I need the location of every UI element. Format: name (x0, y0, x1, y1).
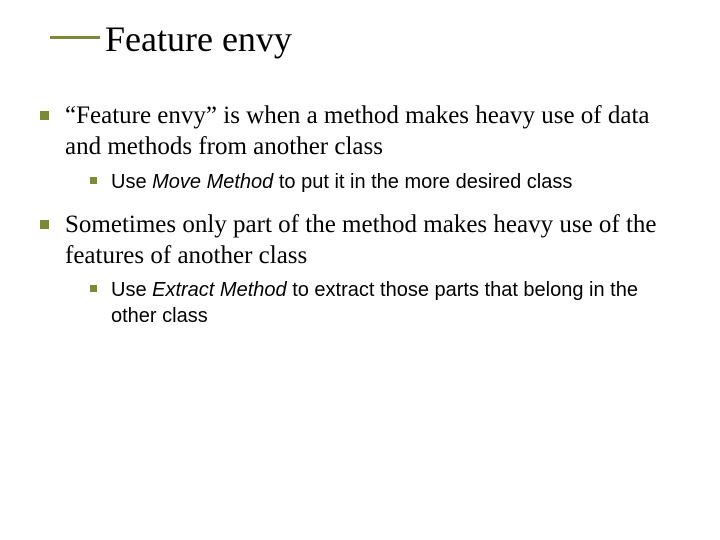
square-bullet-icon (40, 111, 49, 120)
text-plain: to put it in the more desired class (273, 171, 572, 193)
square-bullet-icon (90, 285, 97, 292)
text-italic: Move Method (152, 171, 273, 193)
bullet-level1: “Feature envy” is when a method makes he… (40, 100, 680, 163)
text-italic: Extract Method (152, 279, 287, 301)
text-plain: Use (111, 171, 152, 193)
bullet-text: Use Extract Method to extract those part… (111, 277, 680, 329)
bullet-level2: Use Extract Method to extract those part… (90, 277, 680, 329)
slide-title: Feature envy (105, 20, 680, 60)
slide-body: “Feature envy” is when a method makes he… (40, 100, 680, 343)
bullet-text: Use Move Method to put it in the more de… (111, 169, 572, 195)
square-bullet-icon (90, 177, 97, 184)
title-area: Feature envy (50, 20, 680, 60)
text-plain: Use (111, 279, 152, 301)
slide: Feature envy “Feature envy” is when a me… (0, 0, 720, 540)
bullet-level1: Sometimes only part of the method makes … (40, 209, 680, 272)
bullet-level2: Use Move Method to put it in the more de… (90, 169, 680, 195)
square-bullet-icon (40, 220, 49, 229)
bullet-text: “Feature envy” is when a method makes he… (65, 100, 680, 163)
bullet-text: Sometimes only part of the method makes … (65, 209, 680, 272)
title-rule (50, 36, 100, 39)
